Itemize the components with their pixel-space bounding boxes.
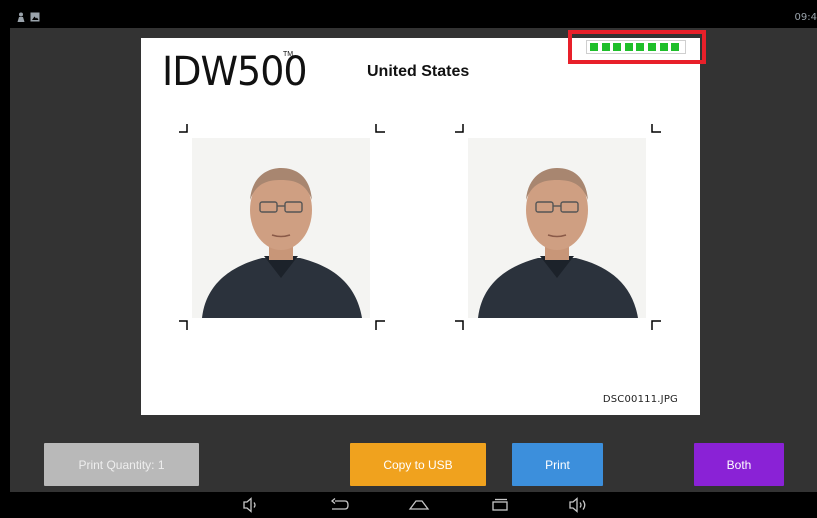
crop-mark-icon: [375, 320, 385, 330]
quality-segment: [601, 43, 610, 51]
country-label: United States: [367, 63, 470, 80]
print-button[interactable]: Print: [512, 443, 603, 486]
crop-mark-icon: [375, 124, 385, 133]
passport-photo: [192, 138, 370, 318]
status-bar: 09:4: [10, 8, 817, 28]
trademark-mark: TM: [283, 51, 294, 58]
home-icon[interactable]: [408, 497, 430, 513]
crop-mark-icon: [455, 124, 464, 133]
quality-indicator-highlight: [568, 30, 706, 64]
image-notification-icon: [30, 12, 40, 22]
recent-apps-icon[interactable]: [490, 497, 510, 513]
quality-segment: [671, 43, 680, 51]
print-preview: IDW500 TM United States DSC00111.JPG: [141, 38, 700, 415]
quality-segment: [590, 43, 598, 51]
quality-segment: [624, 43, 633, 51]
copy-to-usb-button[interactable]: Copy to USB: [350, 443, 486, 486]
back-icon[interactable]: [330, 497, 350, 513]
print-quantity-button[interactable]: Print Quantity: 1: [44, 443, 199, 486]
crop-mark-icon: [651, 124, 661, 133]
portrait-image: [468, 138, 646, 318]
file-name: DSC00111.JPG: [602, 394, 678, 405]
quality-segment: [659, 43, 668, 51]
both-button[interactable]: Both: [694, 443, 784, 486]
crop-mark-icon: [179, 320, 188, 330]
crop-mark-icon: [179, 124, 188, 133]
volume-up-icon[interactable]: [568, 497, 590, 513]
navigation-bar: [10, 492, 817, 518]
quality-indicator: [586, 40, 686, 54]
crop-mark-icon: [651, 320, 661, 330]
clock: 09:4: [794, 12, 817, 23]
quality-segment: [636, 43, 645, 51]
portrait-image: [192, 138, 370, 318]
passport-photo: [468, 138, 646, 318]
crop-mark-icon: [455, 320, 464, 330]
person-notification-icon: [17, 12, 25, 22]
quality-segment: [613, 43, 622, 51]
quality-segment: [648, 43, 656, 51]
volume-down-icon[interactable]: [242, 497, 260, 513]
